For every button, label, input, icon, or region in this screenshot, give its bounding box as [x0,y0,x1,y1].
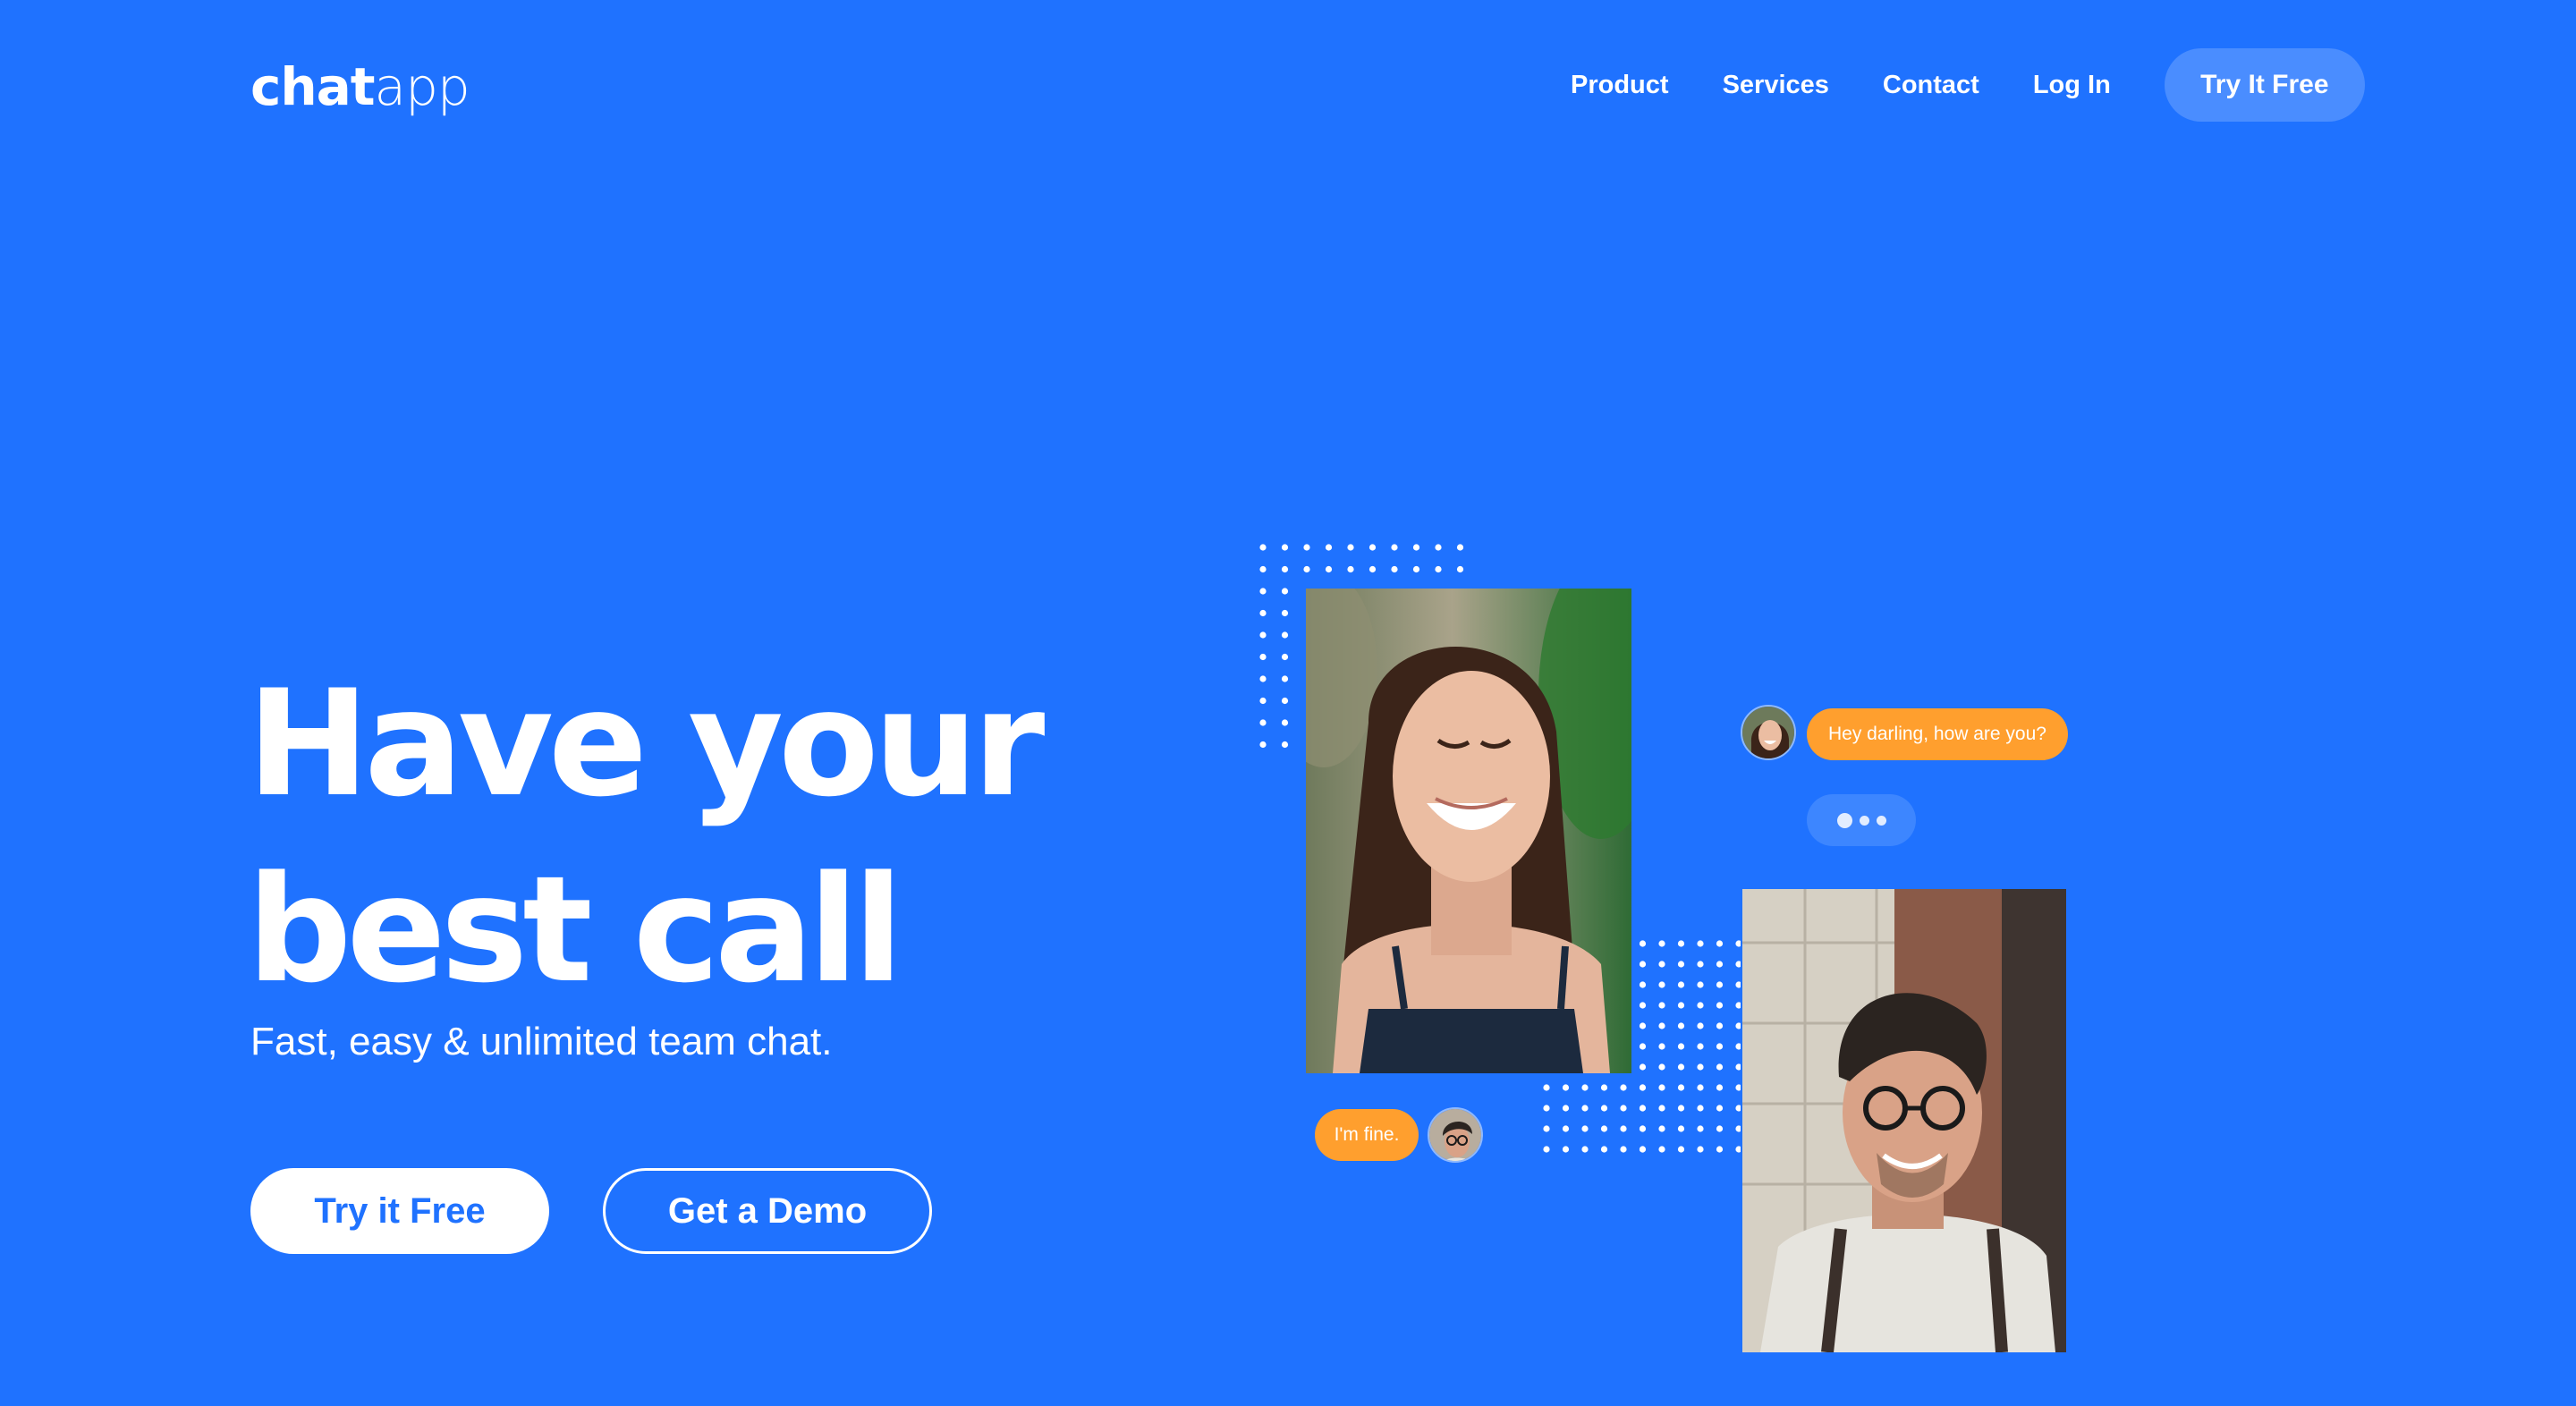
man-photo [1742,889,2066,1352]
headline-line-1: Have your [247,658,1045,829]
try-it-free-nav-button[interactable]: Try It Free [2164,48,2365,122]
nav-services[interactable]: Services [1723,71,1829,100]
logo-bold-text: chat [250,56,376,117]
headline-line-2: best call [247,844,903,1015]
hero-headline: Have your best call [247,651,1045,1023]
nav-product[interactable]: Product [1571,71,1669,100]
typing-indicator-icon [1807,794,1916,846]
typing-dot-3 [1876,815,1886,826]
woman-photo [1306,589,1631,1073]
landing-page: chatapp Product Services Contact Log In … [0,0,2576,1406]
main-nav: Product Services Contact Log In Try It F… [1571,48,2365,122]
woman-avatar [1741,705,1796,760]
reply-chat-bubble: I'm fine. [1315,1109,1419,1161]
chatapp-logo[interactable]: chatapp [250,61,470,113]
hero-subtitle: Fast, easy & unlimited team chat. [250,1020,833,1063]
nav-login[interactable]: Log In [2033,71,2111,100]
typing-dot-2 [1859,815,1869,826]
typing-dot-1 [1836,812,1852,828]
incoming-chat-bubble: Hey darling, how are you? [1807,708,2068,760]
man-avatar [1428,1107,1483,1163]
try-it-free-button[interactable]: Try it Free [250,1168,549,1254]
logo-light-text: app [374,56,470,117]
nav-contact[interactable]: Contact [1883,71,1979,100]
get-a-demo-button[interactable]: Get a Demo [603,1168,932,1254]
